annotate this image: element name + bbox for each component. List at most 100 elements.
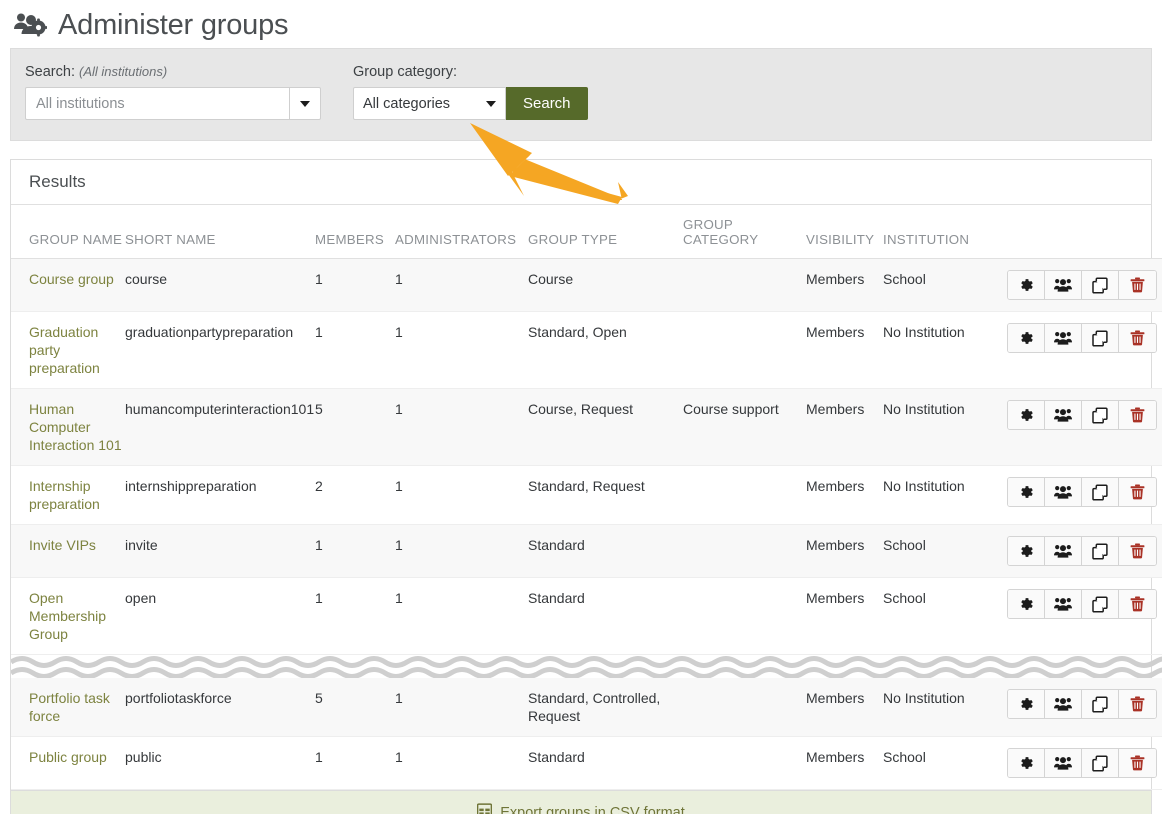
settings-button[interactable]	[1008, 401, 1045, 429]
members-button[interactable]	[1045, 590, 1082, 618]
settings-icon	[1018, 543, 1034, 559]
cell-visibility: Members	[806, 578, 883, 655]
row-action-group	[1007, 689, 1157, 719]
column-header-visibility: VISIBILITY	[806, 205, 883, 259]
delete-button[interactable]	[1119, 537, 1156, 565]
copy-button[interactable]	[1082, 401, 1119, 429]
settings-button[interactable]	[1008, 537, 1045, 565]
group-name-link[interactable]: Public group	[29, 749, 107, 765]
row-actions	[987, 477, 1162, 507]
cell-short-name: public	[125, 737, 315, 790]
cell-institution: No Institution	[883, 466, 987, 525]
members-icon	[1054, 485, 1072, 499]
cell-short-name: internshippreparation	[125, 466, 315, 525]
copy-button[interactable]	[1082, 271, 1119, 299]
members-button[interactable]	[1045, 401, 1082, 429]
groups-table-head: GROUP NAME SHORT NAME MEMBERS ADMINISTRA…	[11, 205, 1162, 259]
delete-button[interactable]	[1119, 324, 1156, 352]
cell-institution: School	[883, 578, 987, 655]
institution-label-note: (All institutions)	[79, 64, 167, 79]
group-name-link[interactable]: Open Membership Group	[29, 590, 106, 642]
cell-group-category	[683, 578, 806, 655]
cell-group-type: Standard	[528, 578, 683, 655]
category-select-value: All categories	[363, 96, 450, 112]
group-name-link[interactable]: Invite VIPs	[29, 537, 96, 553]
cell-visibility: Members	[806, 525, 883, 578]
delete-button[interactable]	[1119, 478, 1156, 506]
institution-select-value: All institutions	[26, 88, 289, 119]
category-select[interactable]: All categories	[353, 87, 506, 120]
settings-button[interactable]	[1008, 324, 1045, 352]
delete-icon	[1130, 407, 1145, 423]
column-header-group-name: GROUP NAME	[11, 205, 125, 259]
column-header-administrators: ADMINISTRATORS	[395, 205, 528, 259]
group-name-link[interactable]: Portfolio task force	[29, 690, 110, 724]
settings-button[interactable]	[1008, 478, 1045, 506]
delete-icon	[1130, 543, 1145, 559]
cell-group-category	[683, 466, 806, 525]
column-header-actions	[987, 205, 1162, 259]
cell-group-category	[683, 737, 806, 790]
table-row: Invite VIPsinvite11StandardMembersSchool	[11, 525, 1162, 578]
settings-button[interactable]	[1008, 271, 1045, 299]
delete-button[interactable]	[1119, 271, 1156, 299]
delete-button[interactable]	[1119, 749, 1156, 777]
copy-icon	[1092, 696, 1109, 713]
cell-short-name: humancomputerinteraction101	[125, 389, 315, 466]
group-name-link[interactable]: Graduation party preparation	[29, 324, 100, 376]
search-button[interactable]: Search	[506, 87, 588, 120]
settings-icon	[1018, 696, 1034, 712]
cell-institution: School	[883, 525, 987, 578]
cell-short-name: course	[125, 259, 315, 312]
results-card: Results GROUP NAME SHORT NAME MEMBERS AD…	[10, 159, 1152, 814]
cell-institution: No Institution	[883, 678, 987, 737]
delete-icon	[1130, 596, 1145, 612]
settings-button[interactable]	[1008, 590, 1045, 618]
members-button[interactable]	[1045, 478, 1082, 506]
group-name-link[interactable]: Human Computer Interaction 101	[29, 401, 122, 453]
delete-button[interactable]	[1119, 590, 1156, 618]
settings-button[interactable]	[1008, 690, 1045, 718]
institution-select-arrow[interactable]	[289, 88, 320, 119]
copy-icon	[1092, 407, 1109, 424]
column-header-group-type: GROUP TYPE	[528, 205, 683, 259]
settings-icon	[1018, 277, 1034, 293]
copy-button[interactable]	[1082, 478, 1119, 506]
row-action-group	[1007, 748, 1157, 778]
members-button[interactable]	[1045, 749, 1082, 777]
table-header-row: GROUP NAME SHORT NAME MEMBERS ADMINISTRA…	[11, 205, 1162, 259]
members-button[interactable]	[1045, 271, 1082, 299]
copy-button[interactable]	[1082, 749, 1119, 777]
copy-button[interactable]	[1082, 324, 1119, 352]
row-action-group	[1007, 536, 1157, 566]
members-button[interactable]	[1045, 324, 1082, 352]
cell-actions	[987, 678, 1162, 737]
cell-actions	[987, 466, 1162, 525]
institution-label-text: Search:	[25, 64, 75, 80]
cell-group-type: Course, Request	[528, 389, 683, 466]
settings-button[interactable]	[1008, 749, 1045, 777]
members-icon	[1054, 697, 1072, 711]
members-button[interactable]	[1045, 690, 1082, 718]
cell-members: 5	[315, 389, 395, 466]
row-action-group	[1007, 589, 1157, 619]
copy-button[interactable]	[1082, 537, 1119, 565]
cell-administrators: 1	[395, 466, 528, 525]
members-button[interactable]	[1045, 537, 1082, 565]
copy-button[interactable]	[1082, 690, 1119, 718]
copy-button[interactable]	[1082, 590, 1119, 618]
members-icon	[1054, 278, 1072, 292]
group-name-link[interactable]: Course group	[29, 271, 114, 287]
members-icon	[1054, 544, 1072, 558]
export-csv-link[interactable]: Export groups in CSV format	[500, 805, 685, 814]
row-action-group	[1007, 400, 1157, 430]
institution-select[interactable]: All institutions	[25, 87, 321, 120]
delete-button[interactable]	[1119, 401, 1156, 429]
cell-institution: No Institution	[883, 312, 987, 389]
cell-administrators: 1	[395, 737, 528, 790]
group-name-link[interactable]: Internship preparation	[29, 478, 100, 512]
cell-institution: School	[883, 737, 987, 790]
delete-icon	[1130, 277, 1145, 293]
cell-actions	[987, 312, 1162, 389]
delete-button[interactable]	[1119, 690, 1156, 718]
